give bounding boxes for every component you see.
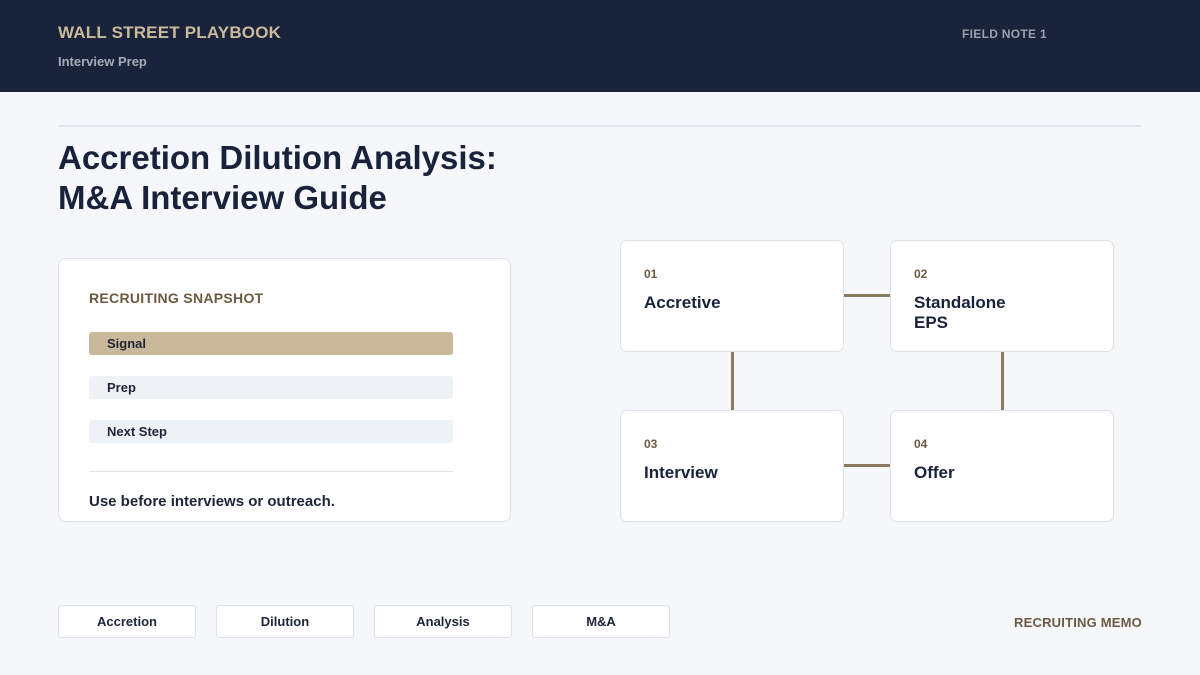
step-number: 01 <box>644 267 658 281</box>
step-label: Accretive <box>644 293 721 312</box>
step-card-offer: 04 Offer <box>890 410 1114 522</box>
snapshot-item-signal[interactable]: Signal <box>89 332 453 355</box>
snapshot-title: RECRUITING SNAPSHOT <box>89 290 264 306</box>
title-divider <box>58 125 1141 127</box>
step-number: 04 <box>914 437 928 451</box>
connector-03-04 <box>844 464 890 467</box>
step-card-accretive: 01 Accretive <box>620 240 844 352</box>
brand-subtitle: Interview Prep <box>58 54 147 69</box>
connector-01-03 <box>731 352 734 410</box>
step-number: 03 <box>644 437 658 451</box>
connector-02-04 <box>1001 352 1004 410</box>
tag-m-and-a[interactable]: M&A <box>532 605 670 638</box>
brand-title: WALL STREET PLAYBOOK <box>58 23 282 42</box>
step-card-interview: 03 Interview <box>620 410 844 522</box>
tag-accretion[interactable]: Accretion <box>58 605 196 638</box>
field-note-label: FIELD NOTE 1 <box>962 27 1047 41</box>
header-bar: WALL STREET PLAYBOOK Interview Prep FIEL… <box>0 0 1200 92</box>
snapshot-divider <box>89 471 453 472</box>
tag-analysis[interactable]: Analysis <box>374 605 512 638</box>
step-label: Interview <box>644 463 718 482</box>
snapshot-note: Use before interviews or outreach. <box>89 493 335 510</box>
recruiting-snapshot-card: RECRUITING SNAPSHOT Signal Prep Next Ste… <box>58 258 511 522</box>
step-label: Standalone EPS <box>914 293 1006 332</box>
recruiting-memo-label: RECRUITING MEMO <box>1014 615 1142 630</box>
page-title-line-2: M&A Interview Guide <box>58 179 387 216</box>
step-card-standalone-eps: 02 Standalone EPS <box>890 240 1114 352</box>
step-number: 02 <box>914 267 928 281</box>
snapshot-item-prep[interactable]: Prep <box>89 376 453 399</box>
connector-01-02 <box>844 294 890 297</box>
step-label: Offer <box>914 463 955 482</box>
tag-dilution[interactable]: Dilution <box>216 605 354 638</box>
page-title: Accretion Dilution Analysis: M&A Intervi… <box>58 138 618 218</box>
page-title-line-1: Accretion Dilution Analysis: <box>58 139 497 176</box>
snapshot-item-next-step[interactable]: Next Step <box>89 420 453 443</box>
